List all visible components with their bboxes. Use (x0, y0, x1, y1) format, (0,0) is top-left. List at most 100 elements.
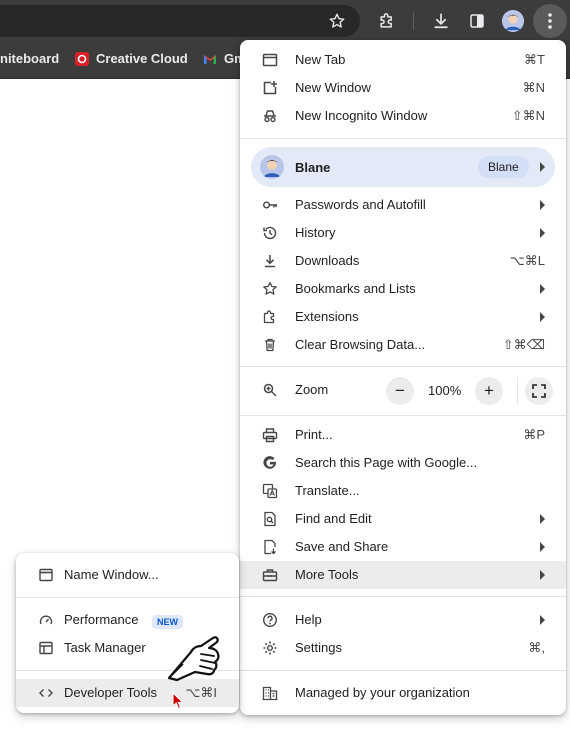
save-share-icon (262, 539, 278, 555)
task-manager-icon (38, 640, 54, 656)
submenu-arrow-icon (540, 312, 545, 322)
kebab-menu-icon (548, 13, 552, 29)
key-icon (262, 197, 278, 213)
profile-avatar-button[interactable] (502, 10, 524, 32)
menu-settings[interactable]: Settings ⌘, (240, 634, 566, 662)
help-label: Help (295, 612, 322, 627)
menu-more-tools[interactable]: More Tools (240, 561, 566, 589)
toolbar-divider (413, 12, 414, 30)
pointing-hand-icon (167, 636, 220, 682)
menu-downloads[interactable]: Downloads ⌥⌘L (240, 247, 566, 275)
code-brackets-icon (38, 685, 54, 701)
new-window-shortcut: ⌘N (522, 80, 545, 95)
fullscreen-button[interactable] (525, 377, 553, 405)
zoom-out-button[interactable]: − (386, 377, 414, 405)
bookmark-star-icon[interactable] (325, 9, 349, 33)
developer-tools-shortcut: ⌥⌘I (185, 685, 217, 700)
browser-toolbar (0, 0, 570, 42)
help-icon (262, 612, 278, 628)
menu-divider (240, 670, 566, 671)
zoom-divider (517, 377, 518, 405)
menu-translate[interactable]: Translate... (240, 477, 566, 505)
menu-new-incognito-window[interactable]: New Incognito Window ⇧⌘N (240, 102, 566, 130)
submenu-arrow-icon (540, 228, 545, 238)
history-label: History (295, 225, 336, 240)
task-manager-label: Task Manager (64, 640, 146, 655)
profile-avatar (260, 155, 284, 179)
find-edit-label: Find and Edit (295, 511, 372, 526)
chrome-menu-button[interactable] (533, 4, 567, 38)
menu-clear-browsing-data[interactable]: Clear Browsing Data... ⇧⌘⌫ (240, 331, 566, 359)
bookmark-whiteboard[interactable]: niteboard (0, 51, 59, 66)
extensions-puzzle-icon[interactable] (375, 9, 399, 33)
menu-help[interactable]: Help (240, 606, 566, 634)
menu-bookmarks-lists[interactable]: Bookmarks and Lists (240, 275, 566, 303)
mouse-cursor-icon (172, 692, 184, 710)
zoom-in-button[interactable]: + (475, 377, 503, 405)
menu-new-window[interactable]: New Window ⌘N (240, 74, 566, 102)
profile-chip: Blane (478, 156, 529, 178)
menu-developer-tools[interactable]: Developer Tools ⌥⌘I (16, 679, 239, 707)
creative-cloud-icon (75, 52, 89, 66)
side-panel-icon[interactable] (465, 9, 489, 33)
puzzle-icon (262, 309, 278, 325)
speedometer-icon (38, 612, 54, 628)
translate-label: Translate... (295, 483, 360, 498)
zoom-magnifier-icon (262, 382, 278, 398)
save-share-label: Save and Share (295, 539, 389, 554)
submenu-arrow-icon (540, 570, 545, 580)
new-tab-shortcut: ⌘T (524, 52, 545, 67)
menu-name-window[interactable]: Name Window... (16, 561, 239, 589)
submenu-arrow-icon (540, 615, 545, 625)
printer-icon (262, 427, 278, 443)
downloads-shortcut: ⌥⌘L (509, 253, 545, 268)
menu-divider (240, 366, 566, 367)
toolbox-icon (262, 567, 278, 583)
menu-divider (240, 596, 566, 597)
submenu-arrow-icon (540, 162, 545, 172)
new-incognito-label: New Incognito Window (295, 108, 428, 123)
trash-icon (262, 337, 278, 353)
profile-name: Blane (295, 160, 331, 175)
submenu-arrow-icon (540, 284, 545, 294)
settings-shortcut: ⌘, (528, 640, 545, 655)
new-window-label: New Window (295, 80, 371, 95)
search-page-label: Search this Page with Google... (295, 455, 478, 470)
menu-history[interactable]: History (240, 219, 566, 247)
submenu-arrow-icon (540, 542, 545, 552)
managed-label: Managed by your organization (295, 685, 470, 700)
profile-row[interactable]: Blane Blane (251, 147, 555, 187)
menu-find-edit[interactable]: Find and Edit (240, 505, 566, 533)
history-icon (262, 225, 278, 241)
new-incognito-shortcut: ⇧⌘N (511, 108, 545, 123)
performance-label: Performance (64, 612, 139, 627)
clear-data-shortcut: ⇧⌘⌫ (502, 337, 545, 352)
translate-icon (262, 483, 278, 499)
new-tab-label: New Tab (295, 52, 346, 67)
zoom-level: 100% (428, 383, 462, 398)
window-icon (38, 567, 54, 583)
menu-new-tab[interactable]: New Tab ⌘T (240, 46, 566, 74)
print-label: Print... (295, 427, 333, 442)
menu-extensions[interactable]: Extensions (240, 303, 566, 331)
download-icon (262, 253, 278, 269)
developer-tools-label: Developer Tools (64, 685, 157, 700)
bookmark-creative-cloud[interactable]: Creative Cloud (96, 51, 188, 66)
submenu-arrow-icon (540, 200, 545, 210)
address-bar[interactable] (0, 5, 360, 37)
google-g-icon (262, 455, 278, 471)
star-icon (262, 281, 278, 297)
more-tools-label: More Tools (295, 567, 359, 582)
zoom-label: Zoom (295, 382, 329, 397)
name-window-label: Name Window... (64, 567, 159, 582)
menu-save-share[interactable]: Save and Share (240, 533, 566, 561)
menu-managed-by-org[interactable]: Managed by your organization (240, 679, 566, 707)
menu-divider (240, 415, 566, 416)
submenu-arrow-icon (540, 514, 545, 524)
download-icon[interactable] (429, 9, 453, 33)
extensions-label: Extensions (295, 309, 359, 324)
menu-divider (16, 597, 239, 598)
menu-passwords-autofill[interactable]: Passwords and Autofill (240, 191, 566, 219)
menu-search-page-google[interactable]: Search this Page with Google... (240, 449, 566, 477)
menu-print[interactable]: Print... ⌘P (240, 421, 566, 449)
